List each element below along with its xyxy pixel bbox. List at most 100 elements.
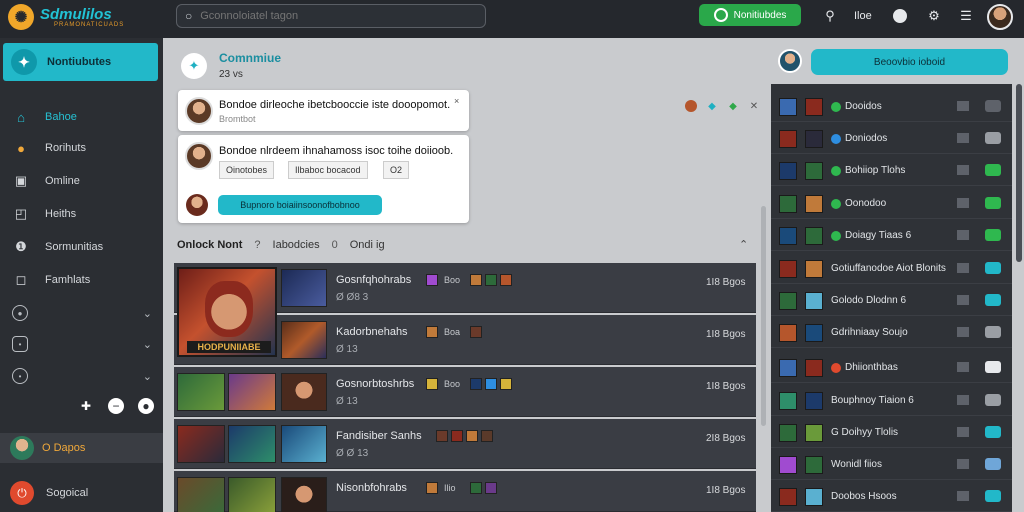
- post-chip[interactable]: O2: [383, 161, 410, 179]
- plus-icon[interactable]: ✚: [78, 398, 94, 414]
- sidebar-bottom-item[interactable]: ⏻ Sogoical: [10, 481, 88, 505]
- friend-toggle[interactable]: [985, 132, 1001, 144]
- table-row[interactable]: Fandisiber Sanhs Ø Ø 13 2I8 Bgos: [174, 419, 756, 469]
- collapsed-group[interactable]: • ⌄: [12, 334, 152, 354]
- sidebar-bottom-label: Sogoical: [46, 487, 89, 499]
- menu-icon[interactable]: ☰: [957, 7, 975, 25]
- avatar-icon[interactable]: [685, 100, 697, 112]
- friend-row[interactable]: Bouphnoy Tiaion 6: [771, 384, 1012, 416]
- sidebar-item-communities[interactable]: ❶ Sormunitias: [12, 237, 157, 257]
- diamond-icon[interactable]: ◆: [706, 100, 718, 112]
- search-box[interactable]: ○: [176, 4, 486, 28]
- sidebar-item-files[interactable]: ◻ Famhlats: [12, 270, 157, 290]
- gem-icon[interactable]: ◆: [727, 100, 739, 112]
- friend-name: Gotiuffanodoe Aiot Blonits: [831, 263, 946, 274]
- friend-toggle[interactable]: [985, 394, 1001, 406]
- friend-name: Dooidos: [845, 101, 882, 112]
- app-logo[interactable]: ✺ Sdmulilos PRAMONATICUADS: [8, 4, 124, 30]
- scrollbar[interactable]: [1016, 84, 1022, 262]
- message-icon[interactable]: [957, 362, 969, 372]
- game-thumbnail: [281, 477, 327, 512]
- collapsed-group[interactable]: ● ⌄: [12, 303, 152, 323]
- friends-action-button[interactable]: Beoovbio ioboid: [811, 49, 1008, 75]
- friend-row[interactable]: Doiagy Tiaas 6: [771, 219, 1012, 251]
- message-icon[interactable]: [957, 101, 969, 111]
- post-chip[interactable]: Oinotobes: [219, 161, 275, 179]
- top-nav-label[interactable]: Iloe: [854, 10, 872, 22]
- filter-tertiary[interactable]: Ondi ig: [350, 239, 385, 251]
- friend-name: Doniodos: [845, 133, 888, 144]
- collapsed-group[interactable]: • ⌄: [12, 366, 152, 386]
- post-chip[interactable]: Ilbaboc bocacod: [288, 161, 368, 179]
- friend-toggle[interactable]: [985, 326, 1001, 338]
- community-title[interactable]: Comnmiue: [219, 51, 281, 65]
- friend-row[interactable]: Oonodoo: [771, 187, 1012, 219]
- friend-toggle[interactable]: [985, 262, 1001, 274]
- message-icon[interactable]: [957, 133, 969, 143]
- friend-row[interactable]: Doniodos: [771, 122, 1012, 154]
- friend-toggle[interactable]: [985, 361, 1001, 373]
- message-icon[interactable]: [957, 491, 969, 501]
- user-avatar[interactable]: [987, 4, 1013, 30]
- friend-row[interactable]: Dooidos: [771, 90, 1012, 122]
- sidebar-item-featured[interactable]: ✦ Nontiubutes: [3, 43, 158, 81]
- star-icon: ✦: [11, 49, 37, 75]
- x-icon[interactable]: ✕: [748, 100, 760, 112]
- sidebar-item-notifications[interactable]: ● Rorihuts: [12, 138, 157, 158]
- game-tag: Ilio: [444, 483, 456, 493]
- power-icon: ⏻: [10, 481, 34, 505]
- post-card[interactable]: Bondoe nlrdeem ihnahamoss isoc toihe doi…: [178, 135, 469, 223]
- friend-row[interactable]: Gotiuffanodoe Aiot Blonits: [771, 252, 1012, 284]
- friend-toggle[interactable]: [985, 229, 1001, 241]
- chevron-up-icon[interactable]: ⌃: [739, 238, 748, 251]
- game-title: Nisonbfohrabs: [336, 482, 407, 494]
- filter-secondary[interactable]: Iabodcies: [273, 239, 320, 251]
- avatar[interactable]: [778, 49, 802, 73]
- gear-icon[interactable]: ⚙: [925, 7, 943, 25]
- close-icon[interactable]: ×: [454, 96, 459, 106]
- message-icon[interactable]: [957, 198, 969, 208]
- message-icon[interactable]: [957, 327, 969, 337]
- record-icon[interactable]: ●: [138, 398, 154, 414]
- community-icon[interactable]: ✦: [181, 52, 207, 79]
- scrollbar[interactable]: [761, 206, 766, 426]
- featured-game-art[interactable]: HODPUNIIABE: [177, 267, 277, 357]
- friend-toggle[interactable]: [985, 458, 1001, 470]
- friend-row[interactable]: Gdrihniaay Soujo: [771, 316, 1012, 348]
- friend-toggle[interactable]: [985, 197, 1001, 209]
- search-input[interactable]: [200, 10, 471, 22]
- friend-row[interactable]: Golodo Dlodnn 6: [771, 284, 1012, 316]
- message-icon[interactable]: [957, 427, 969, 437]
- sidebar-item-health[interactable]: ◰ Heiths: [12, 204, 157, 224]
- message-icon[interactable]: [957, 395, 969, 405]
- friend-toggle[interactable]: [985, 490, 1001, 502]
- search-icon[interactable]: ⚲: [821, 7, 839, 25]
- sidebar-item-online[interactable]: ▣ Omline: [12, 171, 157, 191]
- friend-toggle[interactable]: [985, 100, 1001, 112]
- friend-row[interactable]: Dhiionthbas: [771, 351, 1012, 383]
- primary-cta-button[interactable]: Nonitiubdes: [699, 4, 801, 26]
- friend-toggle[interactable]: [985, 426, 1001, 438]
- table-row[interactable]: Nisonbfohrabs Ilio 1I8 Bgos: [174, 471, 756, 512]
- friend-row[interactable]: Wonidl fiios: [771, 448, 1012, 480]
- table-row[interactable]: Gosnorbtoshrbs Ø 13 Boo 1I8 Bgos: [174, 367, 756, 417]
- sidebar-item-home[interactable]: ⌂ Bahoe: [12, 107, 157, 127]
- message-icon[interactable]: [957, 165, 969, 175]
- chat-icon[interactable]: [891, 7, 909, 25]
- filter-primary[interactable]: Onlock Nont: [177, 239, 242, 251]
- tag-icon: [485, 274, 497, 286]
- friend-name: G Doihyy Tlolis: [831, 427, 899, 438]
- friend-row[interactable]: Bohiiop Tlohs: [771, 154, 1012, 186]
- friend-row[interactable]: Doobos Hsoos: [771, 480, 1012, 512]
- minus-icon[interactable]: −: [108, 398, 124, 414]
- friend-toggle[interactable]: [985, 294, 1001, 306]
- post-card[interactable]: Bondoe dirleoche ibetcbooccie iste dooop…: [178, 90, 469, 131]
- sidebar-user-status[interactable]: O Dapos: [0, 433, 163, 463]
- message-icon[interactable]: [957, 295, 969, 305]
- friend-row[interactable]: G Doihyy Tlolis: [771, 416, 1012, 448]
- message-icon[interactable]: [957, 230, 969, 240]
- post-action-button[interactable]: Bupnoro boiaiinsoonofbobnoo: [218, 195, 382, 215]
- friend-toggle[interactable]: [985, 164, 1001, 176]
- message-icon[interactable]: [957, 459, 969, 469]
- message-icon[interactable]: [957, 263, 969, 273]
